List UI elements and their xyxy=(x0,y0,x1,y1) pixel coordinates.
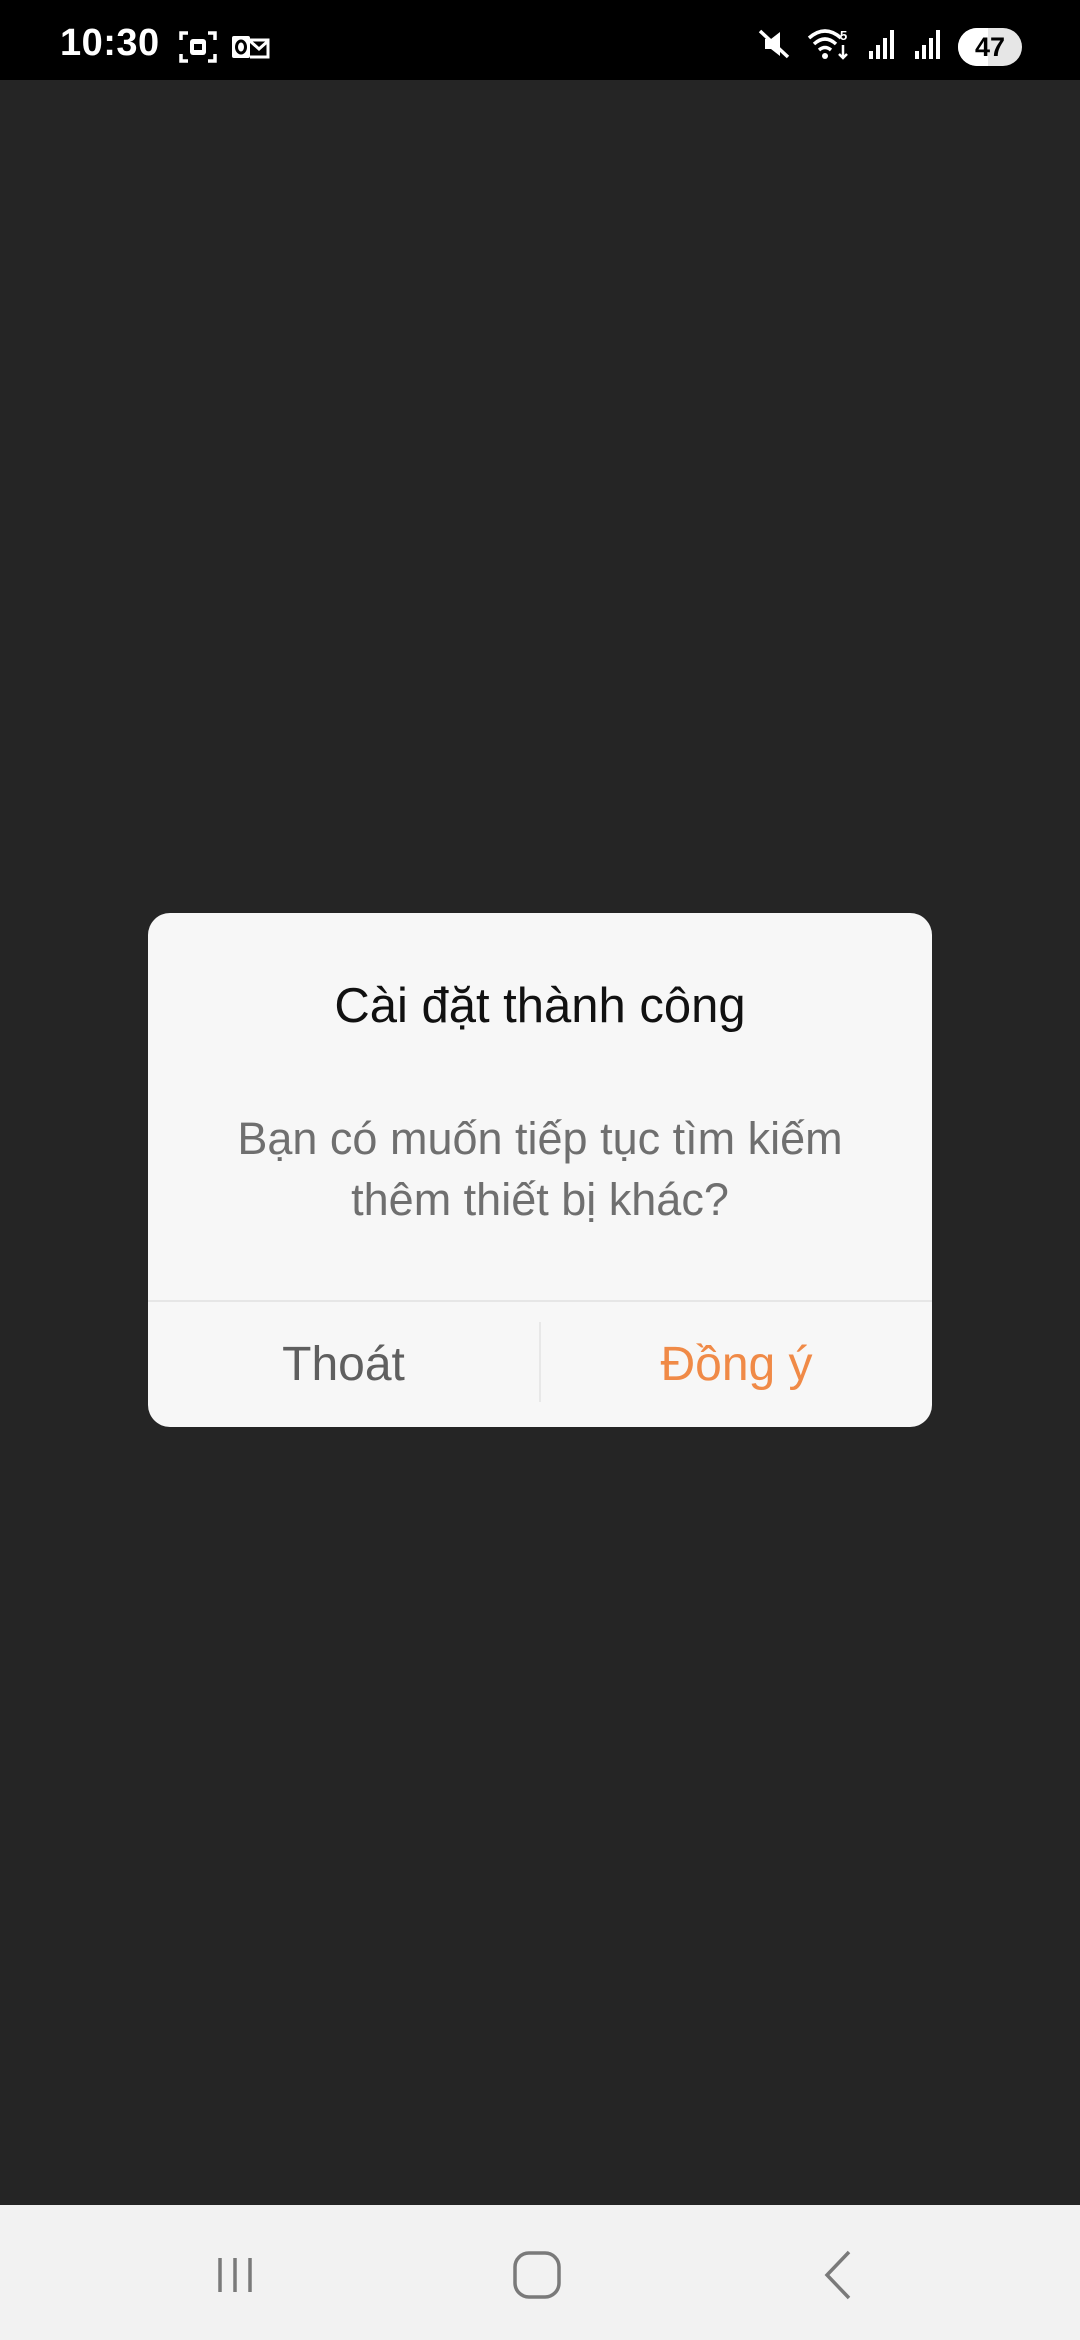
signal-icon xyxy=(912,27,944,66)
status-right: 5 47 xyxy=(756,26,1022,67)
recent-apps-button[interactable] xyxy=(195,2240,275,2310)
battery-level: 47 xyxy=(974,31,1006,62)
back-icon xyxy=(824,2250,851,2300)
mute-icon xyxy=(756,27,792,66)
status-time: 10:30 xyxy=(60,22,160,64)
navigation-bar xyxy=(0,2205,1080,2340)
screen: 10:30 5 47 Cài đặt thành công Bạn có muố… xyxy=(0,0,1080,2340)
dialog-message: Bạn có muốn tiếp tục tìm kiếm thêm thiết… xyxy=(237,1113,843,1225)
signal-icon xyxy=(866,27,898,66)
wifi-5g-icon: 5 xyxy=(806,26,852,67)
recent-apps-icon xyxy=(218,2258,252,2292)
screenshot-icon xyxy=(178,30,218,69)
battery-indicator: 47 xyxy=(958,27,1022,66)
outlook-icon xyxy=(230,30,270,69)
status-left-icons xyxy=(178,30,270,69)
status-bar: 10:30 5 47 xyxy=(0,0,1080,80)
svg-text:5: 5 xyxy=(840,28,847,43)
home-button[interactable] xyxy=(497,2240,577,2310)
dialog-buttons: Thoát Đồng ý xyxy=(148,1302,932,1427)
home-icon xyxy=(513,2251,561,2299)
success-dialog: Cài đặt thành công Bạn có muốn tiếp tục … xyxy=(148,913,932,1427)
exit-button[interactable]: Thoát xyxy=(148,1302,539,1427)
dialog-title: Cài đặt thành công xyxy=(334,979,746,1033)
agree-button[interactable]: Đồng ý xyxy=(541,1302,932,1427)
back-button[interactable] xyxy=(800,2240,880,2310)
